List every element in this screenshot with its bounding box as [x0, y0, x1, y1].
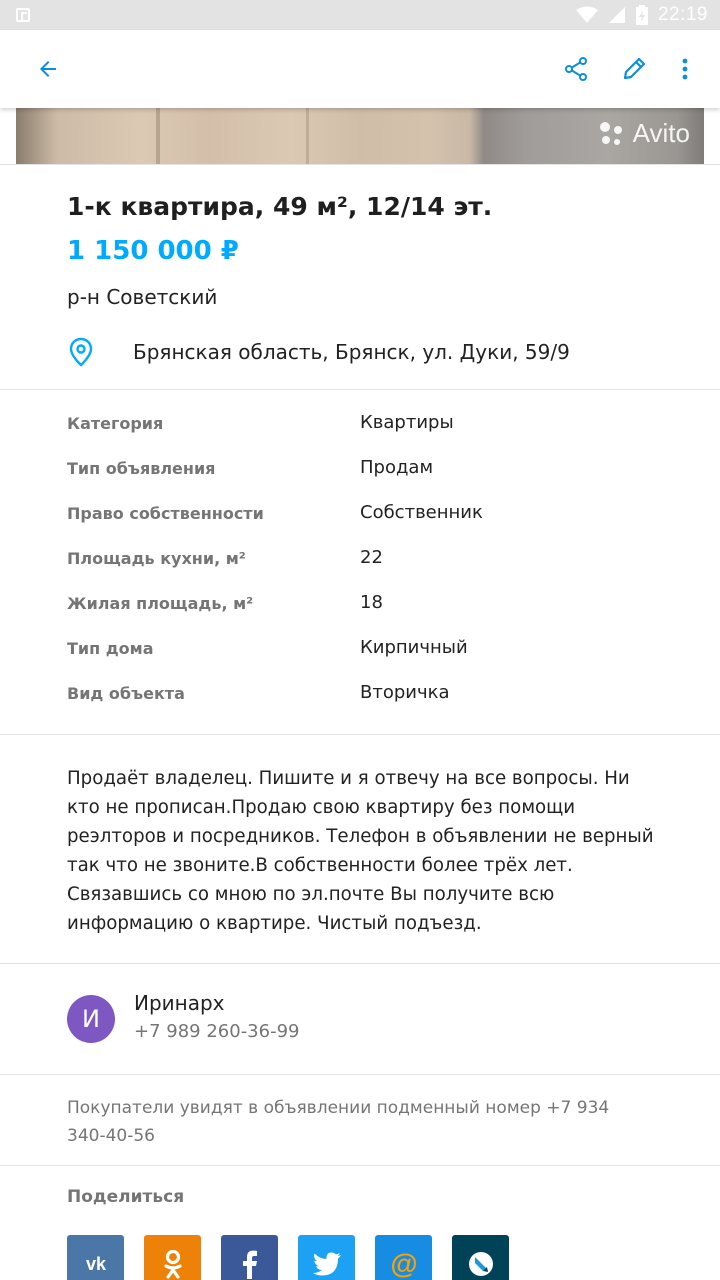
- mailru-icon: @: [390, 1249, 417, 1279]
- listing-price: 1 150 000 ₽: [67, 236, 239, 266]
- pencil-icon: [623, 57, 646, 80]
- param-row: Тип дома Кирпичный: [0, 625, 720, 670]
- substitute-number-note: Покупатели увидят в объявлении подменный…: [67, 1098, 610, 1146]
- location-pin-icon: [69, 337, 93, 367]
- param-key: Тип дома: [67, 639, 154, 658]
- param-value: Квартиры: [360, 412, 454, 433]
- param-row: Категория Квартиры: [0, 400, 720, 445]
- param-row: Тип объявления Продам: [0, 445, 720, 490]
- signal-icon: [608, 7, 625, 23]
- wifi-icon: [575, 6, 598, 23]
- param-value: Собственник: [360, 502, 483, 523]
- seller-avatar[interactable]: И: [67, 995, 115, 1043]
- share-icon: [565, 57, 587, 81]
- photo-image: Avito: [16, 108, 704, 164]
- param-row: Жилая площадь, м² 18: [0, 580, 720, 625]
- param-key: Площадь кухни, м²: [67, 549, 246, 568]
- param-key: Тип объявления: [67, 459, 216, 478]
- notification-icon: [16, 8, 30, 22]
- param-value: Продам: [360, 457, 434, 478]
- share-vk-button[interactable]: vk: [67, 1235, 124, 1280]
- share-ok-button[interactable]: [144, 1235, 201, 1280]
- vk-icon: vk: [85, 1254, 106, 1274]
- more-options-button[interactable]: [665, 49, 705, 89]
- app-bar: [0, 30, 720, 108]
- listing-description: Продаёт владелец. Пишите и я отвечу на в…: [67, 768, 654, 934]
- param-value: Кирпичный: [360, 637, 468, 658]
- param-row: Право собственности Собственник: [0, 490, 720, 535]
- param-key: Право собственности: [67, 504, 264, 523]
- arrow-back-icon: [40, 61, 56, 77]
- svg-text:@: @: [390, 1249, 417, 1279]
- param-row: Площадь кухни, м² 22: [0, 535, 720, 580]
- share-facebook-button[interactable]: [221, 1235, 278, 1280]
- twitter-icon: [312, 1252, 341, 1275]
- share-button[interactable]: [556, 49, 596, 89]
- param-value: Вторичка: [360, 682, 450, 703]
- odnoklassniki-icon: [163, 1249, 182, 1279]
- battery-icon: [635, 5, 648, 25]
- param-key: Вид объекта: [67, 684, 185, 703]
- avito-logo-icon: [599, 121, 622, 145]
- avito-watermark: Avito: [597, 118, 690, 149]
- status-icons: 22:19: [575, 0, 708, 30]
- param-key: Жилая площадь, м²: [67, 594, 254, 613]
- share-buttons: vk @: [67, 1235, 509, 1280]
- edit-button[interactable]: [614, 49, 654, 89]
- more-vertical-icon: [682, 58, 688, 80]
- param-row: Вид объекта Вторичка: [0, 670, 720, 715]
- status-bar: 22:19: [0, 0, 720, 30]
- status-time: 22:19: [657, 4, 708, 25]
- param-key: Категория: [67, 414, 164, 433]
- watermark-text: Avito: [632, 118, 690, 148]
- livejournal-icon: [468, 1251, 493, 1276]
- svg-text:vk: vk: [85, 1254, 106, 1274]
- share-twitter-button[interactable]: [298, 1235, 355, 1280]
- listing-photo[interactable]: Avito: [0, 108, 720, 164]
- listing-district: р-н Советский: [67, 285, 218, 309]
- back-button[interactable]: [28, 49, 68, 89]
- listing-title: 1-к квартира, 49 м², 12/14 эт.: [67, 192, 493, 221]
- share-livejournal-button[interactable]: [452, 1235, 509, 1280]
- facebook-icon: [242, 1250, 257, 1279]
- param-value: 22: [360, 547, 383, 568]
- share-mailru-button[interactable]: @: [375, 1235, 432, 1280]
- param-value: 18: [360, 592, 383, 613]
- seller-phone[interactable]: +7 989 260-36-99: [134, 1021, 300, 1042]
- share-section-title: Поделиться: [67, 1187, 185, 1207]
- seller-name[interactable]: Иринарх: [134, 991, 225, 1015]
- listing-address[interactable]: Брянская область, Брянск, ул. Дуки, 59/9: [133, 340, 570, 364]
